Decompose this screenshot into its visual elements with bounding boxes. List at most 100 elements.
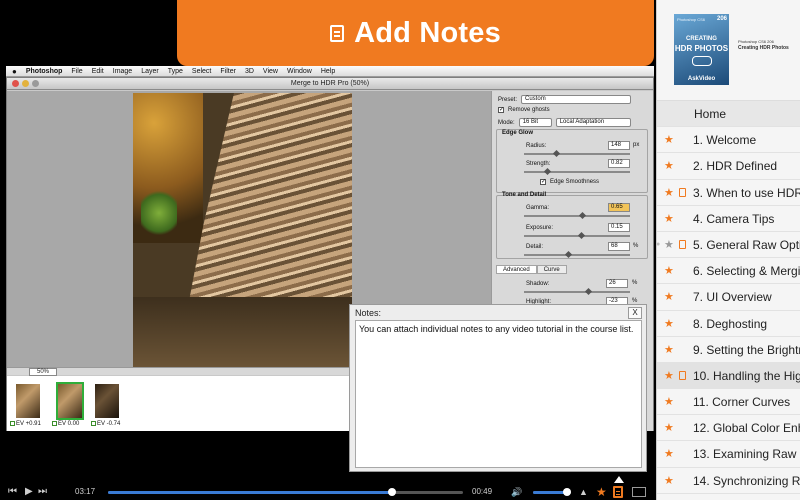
up-arrow-icon[interactable]: ▲ <box>579 486 588 498</box>
detail-unit: % <box>633 243 639 249</box>
tab-advanced: Advanced <box>496 265 537 274</box>
course-cover: Photoshop CS6 206 CREATING HDR PHOTOS As… <box>674 14 729 85</box>
sidebar-item-lesson[interactable]: ★ 14. Synchronizing Raw Files <box>657 468 800 494</box>
preset-select: Custom <box>521 95 632 104</box>
sidebar-item-lesson[interactable]: ★ 12. Global Color Enhancement <box>657 415 800 442</box>
skip-forward-button[interactable]: ⏭ <box>38 486 47 498</box>
menu-edit: Edit <box>91 67 104 75</box>
menu-filter: Filter <box>220 67 236 75</box>
sidebar-item-home[interactable]: Home <box>657 101 800 128</box>
notes-pointer <box>614 476 624 483</box>
volume-slider[interactable] <box>533 488 572 496</box>
sidebar-item-lesson[interactable]: ★ 11. Corner Curves <box>657 389 800 416</box>
sidebar-item-lesson[interactable]: ★ 6. Selecting & Merging <box>657 258 800 285</box>
sidebar-item-lesson[interactable]: ★ 9. Setting the Brightness <box>657 337 800 363</box>
menu-app-name: Photoshop <box>25 67 63 75</box>
sidebar-item-lesson[interactable]: ★ 5. General Raw Optimization <box>657 232 800 259</box>
notes-textarea[interactable]: You can attach individual notes to any v… <box>355 320 642 468</box>
gamma-label: Gamma: <box>526 205 550 211</box>
star-icon[interactable]: ★ <box>664 415 674 441</box>
menu-select: Select <box>191 67 212 75</box>
exposure-label: Exposure: <box>526 225 554 231</box>
thumbnail-3 <box>95 384 119 418</box>
progress-scrubber[interactable] <box>108 488 463 496</box>
star-icon[interactable]: ★ <box>664 337 674 363</box>
notes-close-button[interactable]: X <box>628 307 642 319</box>
star-icon[interactable]: ★ <box>664 258 674 284</box>
note-icon[interactable] <box>679 187 686 197</box>
sidebar-item-lesson[interactable]: ★ 8. Deghosting <box>657 311 800 337</box>
method-select: Local Adaptation <box>555 118 631 127</box>
menu-image: Image <box>112 67 133 75</box>
menu-3d: 3D <box>244 67 254 75</box>
star-icon[interactable]: ★ <box>664 389 674 415</box>
star-icon[interactable]: ★ <box>664 127 674 153</box>
notes-title: Notes: <box>355 308 382 318</box>
drag-handle-icon[interactable]: ● <box>656 241 660 248</box>
sidebar-item-lesson[interactable]: ★ 7. UI Overview <box>657 284 800 311</box>
cover-title-line2: HDR PHOTOS <box>674 44 729 53</box>
camera-icon <box>692 56 712 66</box>
note-icon[interactable] <box>679 239 686 249</box>
lesson-label: 11. Corner Curves <box>693 395 791 410</box>
lesson-label: 14. Synchronizing Raw Files <box>693 473 800 488</box>
volume-icon[interactable]: 🔊 <box>511 486 522 498</box>
hdr-preview-photo <box>133 93 352 367</box>
star-icon[interactable]: ★ <box>664 363 674 389</box>
progress-fill <box>108 491 392 494</box>
shadow-slider <box>524 291 630 293</box>
radius-unit: px <box>633 142 640 148</box>
sidebar-item-lesson[interactable]: ★ 2. HDR Defined <box>657 153 800 180</box>
zoom-dot-icon <box>32 80 39 87</box>
close-dot-icon <box>12 80 19 87</box>
lesson-label: 4. Camera Tips <box>693 211 775 226</box>
note-icon[interactable] <box>613 486 623 498</box>
star-icon[interactable]: ★ <box>664 232 674 258</box>
star-icon[interactable]: ★ <box>596 485 607 499</box>
video-player[interactable]: ● Photoshop File Edit Image Layer Type S… <box>0 0 656 500</box>
detail-label: Detail: <box>526 244 544 250</box>
note-icon[interactable] <box>679 370 686 380</box>
strength-slider <box>524 171 630 173</box>
star-icon[interactable]: ★ <box>664 284 674 310</box>
fullscreen-icon[interactable] <box>632 487 646 497</box>
star-icon[interactable]: ★ <box>664 441 674 467</box>
thumbnail-label: EV -0.74 <box>97 421 121 427</box>
sidebar-item-lesson[interactable]: ★ 3. When to use HDR <box>657 180 800 206</box>
banner-title: Add Notes <box>354 16 501 49</box>
play-button[interactable]: ▶ <box>25 486 33 498</box>
star-icon[interactable]: ★ <box>664 311 674 337</box>
star-icon[interactable]: ★ <box>664 153 674 179</box>
cover-side-text: Photoshop CS6 206 <box>738 39 774 44</box>
tone-detail-title: Tone and Detail <box>502 192 547 198</box>
gamma-slider <box>524 215 630 217</box>
lesson-label: 9. Setting the Brightness <box>693 342 800 357</box>
cover-title-line1: CREATING <box>686 36 717 42</box>
strength-label: Strength: <box>526 161 551 167</box>
add-notes-banner: Add Notes <box>177 0 654 66</box>
edge-glow-title: Edge Glow <box>502 130 534 136</box>
lesson-label: 12. Global Color Enhancement <box>693 421 800 436</box>
bit-depth-select: 16 Bit <box>518 118 552 127</box>
menu-help: Help <box>320 67 336 75</box>
sidebar-item-lesson[interactable]: ★ 10. Handling the Highlights <box>657 362 800 390</box>
cover-brand: AskVideo <box>687 76 716 82</box>
sidebar-item-lesson[interactable]: ★ 13. Examining Raw Edits <box>657 441 800 468</box>
lesson-label: 13. Examining Raw Edits <box>693 447 800 462</box>
lesson-label: 6. Selecting & Merging <box>693 264 800 279</box>
star-icon[interactable]: ★ <box>664 180 674 206</box>
thumbnail-label: EV 0.00 <box>58 421 80 427</box>
remove-ghosts-checkbox: ✓ <box>498 107 505 113</box>
menu-window: Window <box>286 67 312 75</box>
scrubber-knob[interactable] <box>388 488 396 496</box>
star-icon[interactable]: ★ <box>664 468 674 494</box>
strength-value: 0.82 <box>608 159 630 168</box>
check-icon <box>91 421 96 426</box>
volume-fill <box>533 491 568 494</box>
volume-knob[interactable] <box>563 488 572 496</box>
sidebar-item-lesson[interactable]: ★ 4. Camera Tips <box>657 206 800 232</box>
sidebar-item-lesson[interactable]: ★ 1. Welcome <box>657 127 800 154</box>
skip-back-button[interactable]: ⏮ <box>8 486 17 498</box>
star-icon[interactable]: ★ <box>664 206 674 232</box>
window-title: Merge to HDR Pro (50%) <box>290 80 370 87</box>
